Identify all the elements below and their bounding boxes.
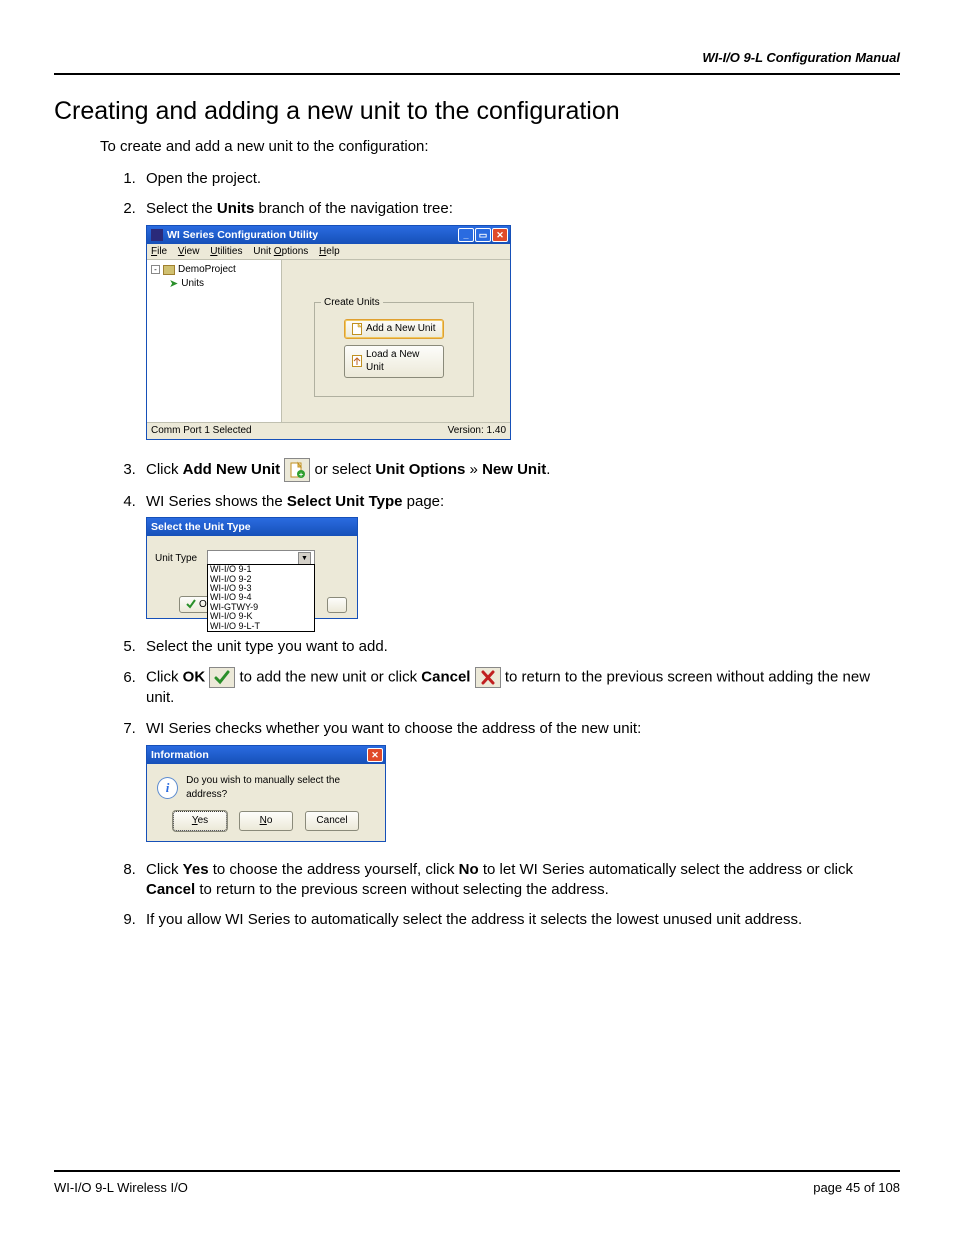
ok-check-icon [209, 667, 235, 688]
s4b: Select Unit Type [287, 493, 403, 510]
s3e: » [465, 461, 482, 478]
section-title: Creating and adding a new unit to the co… [54, 97, 900, 126]
step-1: Open the project. [140, 165, 900, 195]
step-4: WI Series shows the Select Unit Type pag… [140, 488, 900, 633]
footer-left: WI-I/O 9-L Wireless I/O [54, 1180, 188, 1195]
s6c: to add the new unit or click [240, 669, 422, 686]
s4c: page: [402, 493, 444, 510]
info-cancel-button[interactable]: Cancel [305, 811, 359, 831]
select-unit-type-window: Select the Unit Type Unit Type ▼ WI-I/O … [146, 517, 358, 619]
menubar: File View Utilities Unit Options Help [147, 244, 510, 261]
tree-units-label: Units [181, 277, 204, 291]
footer-rule [54, 1170, 900, 1172]
s6b: OK [183, 669, 206, 686]
info-yes-button[interactable]: Yes [173, 811, 227, 831]
maximize-button[interactable]: ▭ [475, 228, 491, 242]
config-utility-window: WI Series Configuration Utility _ ▭ ✕ Fi… [146, 225, 511, 440]
step-2-c: branch of the navigation tree: [254, 200, 452, 217]
add-new-unit-icon: + [284, 458, 310, 482]
footer: WI-I/O 9-L Wireless I/O page 45 of 108 [54, 1170, 900, 1195]
load-new-unit-label: Load a New Unit [366, 348, 436, 375]
load-new-unit-button[interactable]: Load a New Unit [344, 345, 444, 378]
titlebar: WI Series Configuration Utility _ ▭ ✕ [147, 226, 510, 244]
s4a: WI Series shows the [146, 493, 287, 510]
s3a: Click [146, 461, 183, 478]
s8a: Click [146, 861, 183, 878]
s6d: Cancel [421, 669, 470, 686]
new-doc-icon [352, 323, 362, 335]
step-3: Click Add New Unit + or select Unit Opti… [140, 454, 900, 488]
app-icon [151, 229, 163, 241]
add-new-unit-label: Add a New Unit [366, 322, 435, 336]
step-2-b: Units [217, 200, 255, 217]
tree-units-row[interactable]: ➤ Units [169, 277, 277, 292]
status-bar: Comm Port 1 Selected Version: 1.40 [147, 422, 510, 439]
s8g: to return to the previous screen without… [195, 881, 609, 898]
cancel-x-icon [475, 667, 501, 688]
info-title: Information [151, 748, 209, 762]
tree-expand-icon[interactable]: - [151, 265, 160, 274]
information-dialog: Information ✕ i Do you wish to manually … [146, 745, 386, 842]
group-legend: Create Units [321, 296, 383, 310]
header-rule [54, 73, 900, 75]
info-no-button[interactable]: No [239, 811, 293, 831]
status-left: Comm Port 1 Selected [151, 424, 252, 438]
s8e: to let WI Series automatically select th… [479, 861, 853, 878]
footer-right: page 45 of 108 [813, 1180, 900, 1195]
doc-header-title: WI-I/O 9-L Configuration Manual [54, 50, 900, 65]
info-message: Do you wish to manually select the addre… [186, 774, 375, 801]
opt-6[interactable]: WI-I/O 9-L-T [210, 622, 312, 631]
footer-page-num: 45 [846, 1180, 860, 1195]
sel-titlebar: Select the Unit Type [147, 518, 357, 536]
s8f: Cancel [146, 881, 195, 898]
unit-type-dropdown-list[interactable]: WI-I/O 9-1 WI-I/O 9-2 WI-I/O 9-3 WI-I/O … [207, 564, 315, 632]
project-icon [163, 265, 175, 275]
units-arrow-icon: ➤ [169, 277, 178, 292]
menu-view[interactable]: View [178, 246, 200, 257]
info-titlebar: Information ✕ [147, 746, 385, 764]
tree-pane: - DemoProject ➤ Units [147, 260, 282, 422]
s3d: Unit Options [375, 461, 465, 478]
info-icon: i [157, 777, 178, 799]
step-9: If you allow WI Series to automatically … [140, 906, 900, 936]
menu-file[interactable]: File [151, 246, 167, 257]
menu-unit-options[interactable]: Unit Options [253, 246, 308, 257]
s6a: Click [146, 669, 183, 686]
s3f: New Unit [482, 461, 546, 478]
footer-page-label: page [813, 1180, 846, 1195]
svg-text:+: + [299, 472, 303, 479]
load-doc-icon [352, 355, 362, 367]
content-pane: Create Units Add a New Unit [282, 260, 510, 422]
intro-text: To create and add a new unit to the conf… [100, 138, 900, 155]
status-right: Version: 1.40 [448, 424, 506, 438]
s3b: Add New Unit [183, 461, 281, 478]
s7t: WI Series checks whether you want to cho… [146, 720, 641, 737]
menu-help[interactable]: Help [319, 246, 340, 257]
window-title: WI Series Configuration Utility [167, 228, 318, 242]
step-5: Select the unit type you want to add. [140, 633, 900, 663]
s8b: Yes [183, 861, 209, 878]
tree-project-label: DemoProject [178, 263, 236, 277]
add-new-unit-button[interactable]: Add a New Unit [344, 319, 444, 339]
info-close-button[interactable]: ✕ [367, 748, 383, 762]
tree-project-row[interactable]: - DemoProject [151, 263, 277, 277]
sel-more-button[interactable] [327, 597, 347, 613]
s8d: No [459, 861, 479, 878]
step-2-a: Select the [146, 200, 217, 217]
footer-page-total: of 108 [860, 1180, 900, 1195]
close-button[interactable]: ✕ [492, 228, 508, 242]
step-6: Click OK to add the new unit or click Ca… [140, 663, 900, 714]
step-7: WI Series checks whether you want to cho… [140, 715, 900, 856]
step-8: Click Yes to choose the address yourself… [140, 856, 900, 907]
sel-window-title: Select the Unit Type [151, 520, 251, 534]
s8c: to choose the address yourself, click [209, 861, 459, 878]
minimize-button[interactable]: _ [458, 228, 474, 242]
create-units-group: Create Units Add a New Unit [314, 302, 474, 397]
menu-utilities[interactable]: Utilities [210, 246, 242, 257]
steps-list: Open the project. Select the Units branc… [118, 165, 900, 936]
s3g: . [546, 461, 550, 478]
unit-type-label: Unit Type [155, 552, 197, 566]
s3c: or select [315, 461, 376, 478]
step-2: Select the Units branch of the navigatio… [140, 195, 900, 453]
